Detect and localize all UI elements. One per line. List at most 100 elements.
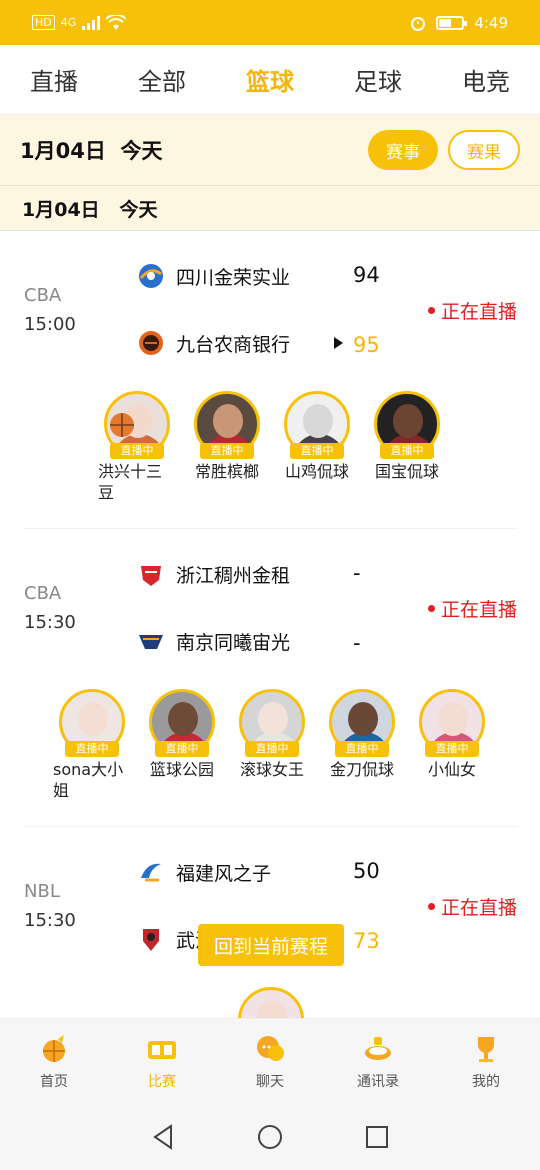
match-card[interactable]: CBA 15:00 四川金荣实业 94 九台农商银行 95 正在直播 直播中 洪… <box>0 231 540 528</box>
streamer-name: 山鸡侃球 <box>284 462 349 481</box>
away-team: 南京同曦宙光 <box>137 624 290 658</box>
chat-bubble-icon <box>257 1035 284 1061</box>
live-badge: 直播中 <box>335 741 389 757</box>
streamer-name: 金刀侃球 <box>329 760 394 779</box>
status-bar: HD 4G 4:49 <box>0 0 540 45</box>
team-logo-icon <box>139 264 163 288</box>
home-circle-icon[interactable] <box>257 1124 283 1150</box>
team-logo-icon <box>141 863 161 882</box>
match-card[interactable]: CBA 15:30 浙江稠州金租 - 南京同曦宙光 - 正在直播 直播中 son… <box>0 529 540 826</box>
live-status-label: 正在直播 <box>441 897 518 919</box>
home-score: 50 <box>353 859 380 883</box>
nav-contacts-label: 通讯录 <box>357 1073 399 1090</box>
bottom-nav: 首页 比赛 聊天 通讯录 我的 <box>0 1018 540 1104</box>
league-label: NBL <box>24 881 60 902</box>
live-status: 正在直播 <box>428 595 517 622</box>
live-status: 正在直播 <box>428 893 517 920</box>
away-score: 95 <box>353 333 380 357</box>
back-triangle-icon[interactable] <box>151 1124 175 1150</box>
live-badge: 直播中 <box>200 443 254 459</box>
scoreboard-icon <box>148 1040 176 1059</box>
team-logo-icon <box>143 929 159 951</box>
live-badge: 直播中 <box>425 741 479 757</box>
team-logo-icon <box>141 566 161 586</box>
nav-matches-label: 比赛 <box>148 1073 176 1090</box>
basketball-home-icon <box>43 1034 65 1062</box>
basketball-icon <box>110 413 134 437</box>
streamer-name: 篮球公园 <box>149 760 214 779</box>
nav-chat[interactable]: 聊天 <box>230 1033 310 1091</box>
streamer-name: 洪兴十三豆 <box>98 462 163 502</box>
tab-football[interactable]: 足球 <box>354 62 402 97</box>
alarm-icon <box>411 16 426 31</box>
date-header: 1月04日 今天 赛事 赛果 <box>0 115 540 185</box>
app-root: HD 4G 4:49 直播 全部 篮球 足球 电竞 1月04日 今天 赛事 赛果… <box>0 0 540 1170</box>
streamer-name: 小仙女 <box>427 760 476 779</box>
away-score: 73 <box>353 929 380 953</box>
recents-square-icon[interactable] <box>365 1125 389 1149</box>
nav-matches[interactable]: 比赛 <box>122 1033 202 1091</box>
streamer-name: 滚球女王 <box>239 760 304 779</box>
live-badge: 直播中 <box>65 741 119 757</box>
away-team: 九台农商银行 <box>137 326 290 360</box>
system-nav <box>0 1104 540 1170</box>
section-date: 1月04日 今天 <box>0 185 540 231</box>
streamer-name: sona大小姐 <box>53 760 124 800</box>
nav-contacts[interactable]: 通讯录 <box>338 1033 418 1091</box>
nav-chat-label: 聊天 <box>256 1073 284 1090</box>
home-team: 四川金荣实业 <box>137 259 290 293</box>
back-to-current-button[interactable]: 回到当前赛程 <box>198 924 344 966</box>
stadium-icon <box>365 1036 391 1060</box>
events-button[interactable]: 赛事 <box>368 130 438 170</box>
home-score: - <box>353 561 361 585</box>
away-team-name: 九台农商银行 <box>176 333 291 356</box>
league-label: CBA <box>24 285 62 306</box>
team-logo-icon <box>139 331 163 355</box>
home-score: 94 <box>353 263 380 287</box>
live-badge: 直播中 <box>290 443 344 459</box>
home-team: 福建风之子 <box>137 855 271 889</box>
play-icon <box>334 337 343 349</box>
date-title: 1月04日 今天 <box>20 139 163 163</box>
home-team-name: 四川金荣实业 <box>176 266 291 289</box>
league-label: CBA <box>24 583 62 604</box>
tab-all[interactable]: 全部 <box>138 62 186 97</box>
live-badge: 直播中 <box>380 443 434 459</box>
away-team-name: 南京同曦宙光 <box>176 631 291 654</box>
nav-home[interactable]: 首页 <box>14 1033 94 1091</box>
live-dot-icon <box>428 605 435 612</box>
trophy-icon <box>478 1036 494 1062</box>
home-team-name: 浙江稠州金租 <box>176 564 291 587</box>
tab-basketball[interactable]: 篮球 <box>246 62 294 97</box>
live-badge: 直播中 <box>245 741 299 757</box>
nav-profile[interactable]: 我的 <box>446 1033 526 1091</box>
category-tabs: 直播 全部 篮球 足球 电竞 <box>0 45 540 115</box>
home-team: 浙江稠州金租 <box>137 557 290 591</box>
live-badge: 直播中 <box>155 741 209 757</box>
match-time: 15:30 <box>24 910 76 931</box>
streamer-name: 国宝侃球 <box>374 462 439 481</box>
streamer-name: 常胜槟榔 <box>194 462 259 481</box>
team-logo-icon <box>139 635 163 649</box>
live-status-label: 正在直播 <box>441 301 518 323</box>
live-dot-icon <box>428 903 435 910</box>
wifi-icon <box>106 14 127 30</box>
clock: 4:49 <box>474 13 508 32</box>
hd-badge: HD <box>32 15 55 30</box>
tab-esports[interactable]: 电竞 <box>462 62 510 97</box>
avatar[interactable] <box>238 987 304 1018</box>
match-card[interactable]: NBL 15:30 福建风之子 50 武汉 73 正在直播 <box>0 827 540 1018</box>
match-time: 15:30 <box>24 612 76 633</box>
away-score: - <box>353 631 361 655</box>
live-dot-icon <box>428 307 435 314</box>
nav-home-label: 首页 <box>40 1073 68 1090</box>
signal-icon <box>82 15 101 30</box>
match-time: 15:00 <box>24 314 76 335</box>
live-status-label: 正在直播 <box>441 599 518 621</box>
live-status: 正在直播 <box>428 297 517 324</box>
live-badge: 直播中 <box>110 443 164 459</box>
nav-profile-label: 我的 <box>472 1073 500 1090</box>
home-team-name: 福建风之子 <box>176 862 272 885</box>
tab-live[interactable]: 直播 <box>30 62 78 97</box>
results-button[interactable]: 赛果 <box>448 130 520 170</box>
